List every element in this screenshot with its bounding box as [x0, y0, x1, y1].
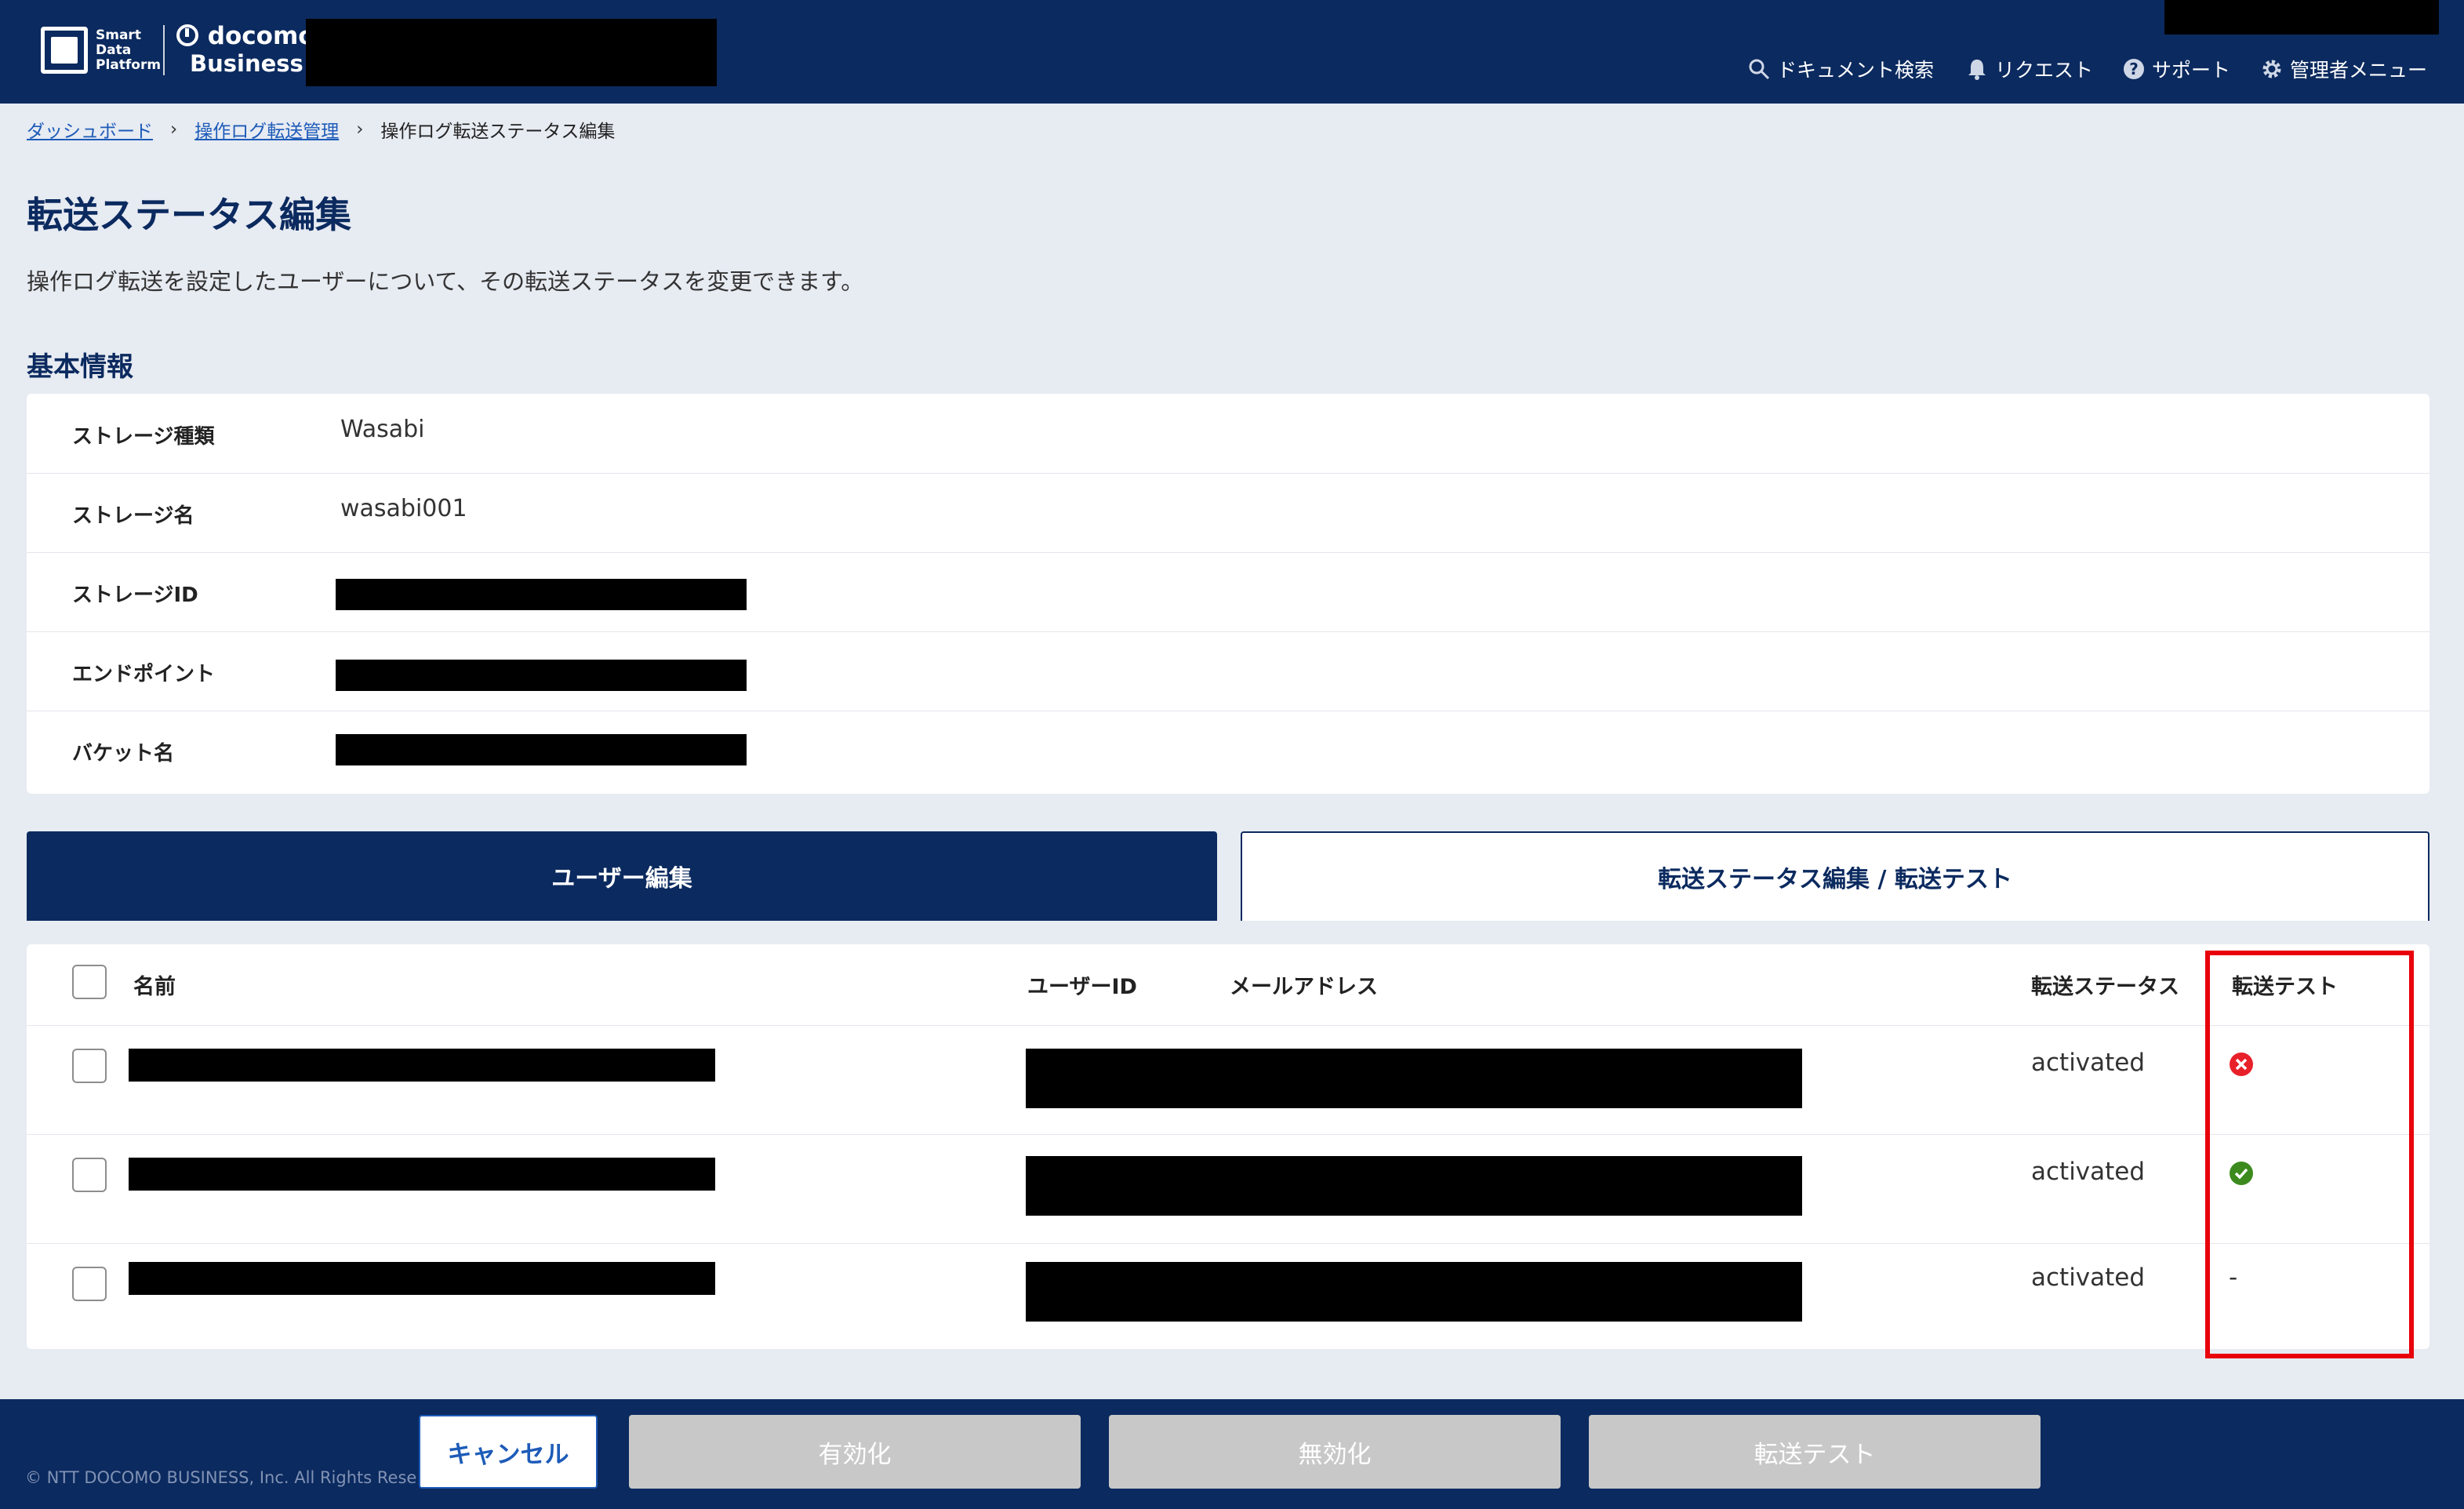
transfer-status: activated: [2031, 1158, 2146, 1186]
row-checkbox[interactable]: [72, 1267, 107, 1301]
info-label: ストレージ種類: [72, 425, 215, 449]
breadcrumb-dashboard[interactable]: ダッシュボード: [27, 116, 153, 143]
search-icon: [1749, 59, 1770, 80]
info-row-storage-name: ストレージ名 wasabi001: [27, 473, 2429, 553]
redacted-name: [129, 1049, 715, 1082]
app-header: Smart Data Platform docomo Business ドキュメ…: [0, 0, 2464, 104]
page-title: 転送ステータス編集: [27, 194, 351, 236]
activate-button[interactable]: 有効化: [629, 1415, 1081, 1489]
brand-business: Business: [190, 50, 303, 77]
info-label: ストレージ名: [72, 504, 194, 528]
breadcrumb-log-transfer-management[interactable]: 操作ログ転送管理: [194, 116, 339, 143]
brand-docomo: docomo: [176, 22, 315, 50]
redacted-user-id-email: [1026, 1156, 1802, 1216]
info-row-storage-id: ストレージID: [27, 552, 2429, 632]
basic-info-title: 基本情報: [27, 351, 133, 383]
page-description: 操作ログ転送を設定したユーザーについて、その転送ステータスを変更できます。: [27, 268, 864, 295]
smart-data-platform-logo-icon[interactable]: [41, 27, 88, 74]
tab-transfer-status-edit[interactable]: 転送ステータス編集 / 転送テスト: [1241, 831, 2429, 921]
select-all-checkbox[interactable]: [72, 965, 107, 999]
help-icon: ?: [2124, 59, 2144, 79]
row-checkbox[interactable]: [72, 1049, 107, 1083]
transfer-test-button[interactable]: 転送テスト: [1589, 1415, 2041, 1489]
copyright-text: © NTT DOCOMO BUSINESS, Inc. All Rights R…: [25, 1468, 417, 1487]
table-row: activated: [27, 1134, 2429, 1244]
nav-request[interactable]: リクエスト: [1965, 55, 2093, 83]
chevron-right-icon: ›: [170, 119, 178, 140]
row-checkbox[interactable]: [72, 1158, 107, 1192]
deactivate-button[interactable]: 無効化: [1109, 1415, 1561, 1489]
logo-text: Smart Data Platform: [96, 27, 162, 73]
cancel-button[interactable]: キャンセル: [419, 1415, 598, 1489]
table-row: activated -: [27, 1243, 2429, 1349]
redacted-value: [336, 660, 747, 691]
info-label: バケット名: [72, 742, 175, 765]
table-header-row: 名前 ユーザーID メールアドレス 転送ステータス 転送テスト: [27, 944, 2429, 1026]
tab-user-edit[interactable]: ユーザー編集: [27, 831, 1217, 921]
column-header-email: メールアドレス: [1230, 975, 1378, 999]
table-row: activated: [27, 1025, 2429, 1135]
chevron-right-icon: ›: [356, 119, 364, 140]
redacted-value: [336, 734, 747, 765]
info-label: エンドポイント: [72, 663, 216, 686]
column-header-transfer-status: 転送ステータス: [2031, 975, 2179, 999]
redacted-user-id-email: [1026, 1262, 1802, 1322]
info-value: wasabi001: [340, 495, 467, 522]
column-header-user-id: ユーザーID: [1027, 975, 1137, 999]
redacted-name: [129, 1262, 715, 1295]
nav-support[interactable]: ? サポート: [2122, 55, 2230, 83]
gear-icon: [2262, 60, 2281, 78]
logo-divider: [163, 25, 165, 75]
nav-document-search[interactable]: ドキュメント検索: [1747, 55, 1934, 83]
info-value: Wasabi: [340, 416, 425, 443]
transfer-status: activated: [2031, 1049, 2146, 1077]
column-header-name: 名前: [133, 975, 176, 999]
redacted-user-info: [2164, 0, 2439, 35]
redacted-name: [129, 1158, 715, 1191]
basic-info-card: ストレージ種類 Wasabi ストレージ名 wasabi001 ストレージID …: [27, 394, 2429, 794]
breadcrumb-current: 操作ログ転送ステータス編集: [380, 122, 616, 142]
bell-icon: [1968, 60, 1986, 80]
info-row-bucket-name: バケット名: [27, 711, 2429, 790]
redacted-org-name: [306, 19, 717, 86]
info-row-endpoint: エンドポイント: [27, 631, 2429, 711]
info-row-storage-type: ストレージ種類 Wasabi: [27, 394, 2429, 474]
redacted-user-id-email: [1026, 1049, 1802, 1108]
user-table: 名前 ユーザーID メールアドレス 転送ステータス 転送テスト activate…: [27, 944, 2429, 1349]
redacted-value: [336, 579, 747, 610]
svg-text:?: ?: [2129, 60, 2139, 78]
info-label: ストレージID: [72, 584, 198, 607]
transfer-status: activated: [2031, 1264, 2146, 1292]
docomo-logo-icon: [176, 24, 198, 46]
transfer-test-column-highlight: [2205, 951, 2414, 1358]
breadcrumb: ダッシュボード › 操作ログ転送管理 › 操作ログ転送ステータス編集: [27, 116, 615, 143]
nav-admin-menu[interactable]: 管理者メニュー: [2260, 55, 2427, 83]
